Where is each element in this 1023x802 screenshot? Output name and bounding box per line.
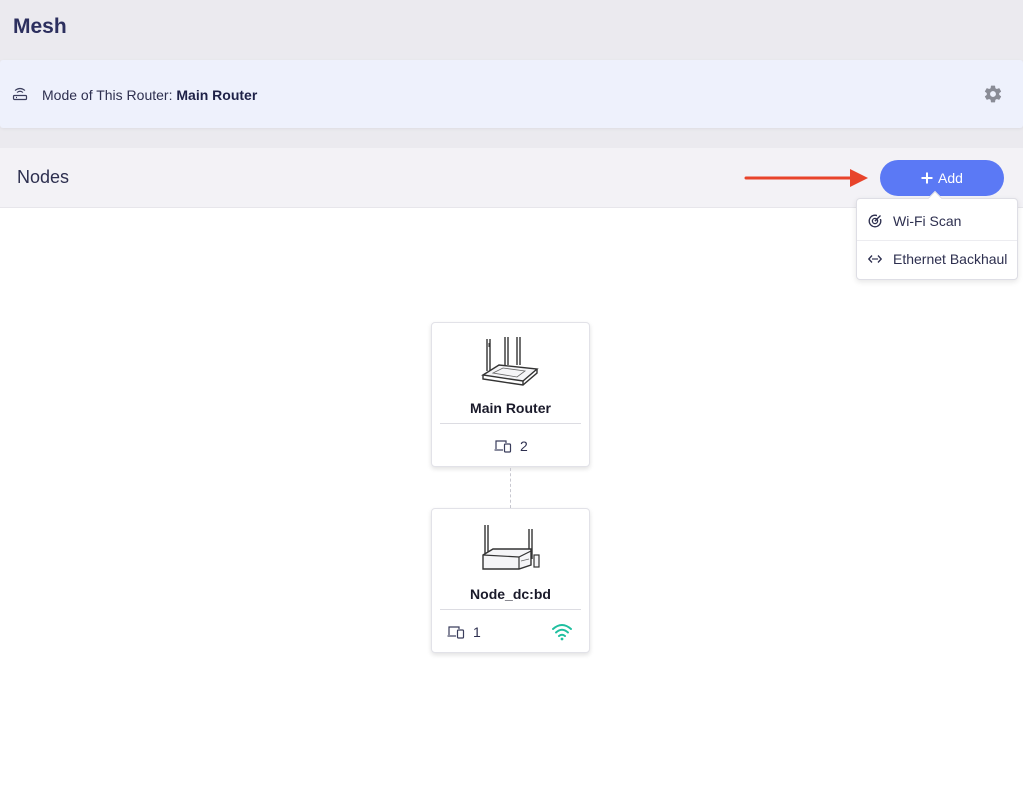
router-mode-value: Main Router <box>176 87 258 103</box>
add-button-label: Add <box>938 170 963 186</box>
mesh-page: Mesh Mode of This Router: Main Router No… <box>0 0 1023 802</box>
router-mode-label: Mode of This Router: <box>42 87 177 103</box>
add-node-menu: Wi-Fi Scan Ethernet Backhaul <box>856 190 1018 280</box>
client-count-value: 1 <box>473 624 481 640</box>
plus-icon <box>921 172 933 184</box>
nodes-title: Nodes <box>17 167 70 187</box>
router-mode-text: Mode of This Router: Main Router <box>42 87 257 103</box>
ethernet-icon <box>868 255 882 263</box>
node-name: Node_dc:bd <box>470 586 551 602</box>
client-count: 2 <box>494 437 528 455</box>
client-devices-icon <box>447 626 465 639</box>
menu-item-ethernet-backhaul[interactable]: Ethernet Backhaul <box>857 239 1017 279</box>
arrow-annotation-icon <box>744 169 868 187</box>
router-mode-panel: Mode of This Router: Main Router <box>0 60 1023 128</box>
node-card-node-dc-bd[interactable]: Node_dc:bd 1 <box>431 508 590 653</box>
mesh-link-line <box>510 468 511 508</box>
menu-item-label: Ethernet Backhaul <box>893 251 1008 267</box>
main-router-device-icon <box>481 337 539 386</box>
node-name: Main Router <box>470 400 551 416</box>
page-title: Mesh <box>13 15 67 38</box>
client-count: 1 <box>447 623 481 641</box>
node-device-icon <box>482 525 540 570</box>
card-divider <box>440 423 581 424</box>
card-divider <box>440 609 581 610</box>
add-node-button[interactable]: Add <box>880 160 1004 196</box>
node-card-main-router[interactable]: Main Router 2 <box>431 322 590 467</box>
wifi-icon <box>552 624 572 641</box>
client-devices-icon <box>494 440 512 453</box>
client-count-value: 2 <box>520 438 528 454</box>
menu-item-wifi-scan[interactable]: Wi-Fi Scan <box>857 201 1017 241</box>
menu-item-label: Wi-Fi Scan <box>893 212 962 229</box>
wifi-scan-icon <box>868 213 882 227</box>
router-icon <box>12 87 28 101</box>
gear-icon[interactable] <box>983 84 1003 104</box>
